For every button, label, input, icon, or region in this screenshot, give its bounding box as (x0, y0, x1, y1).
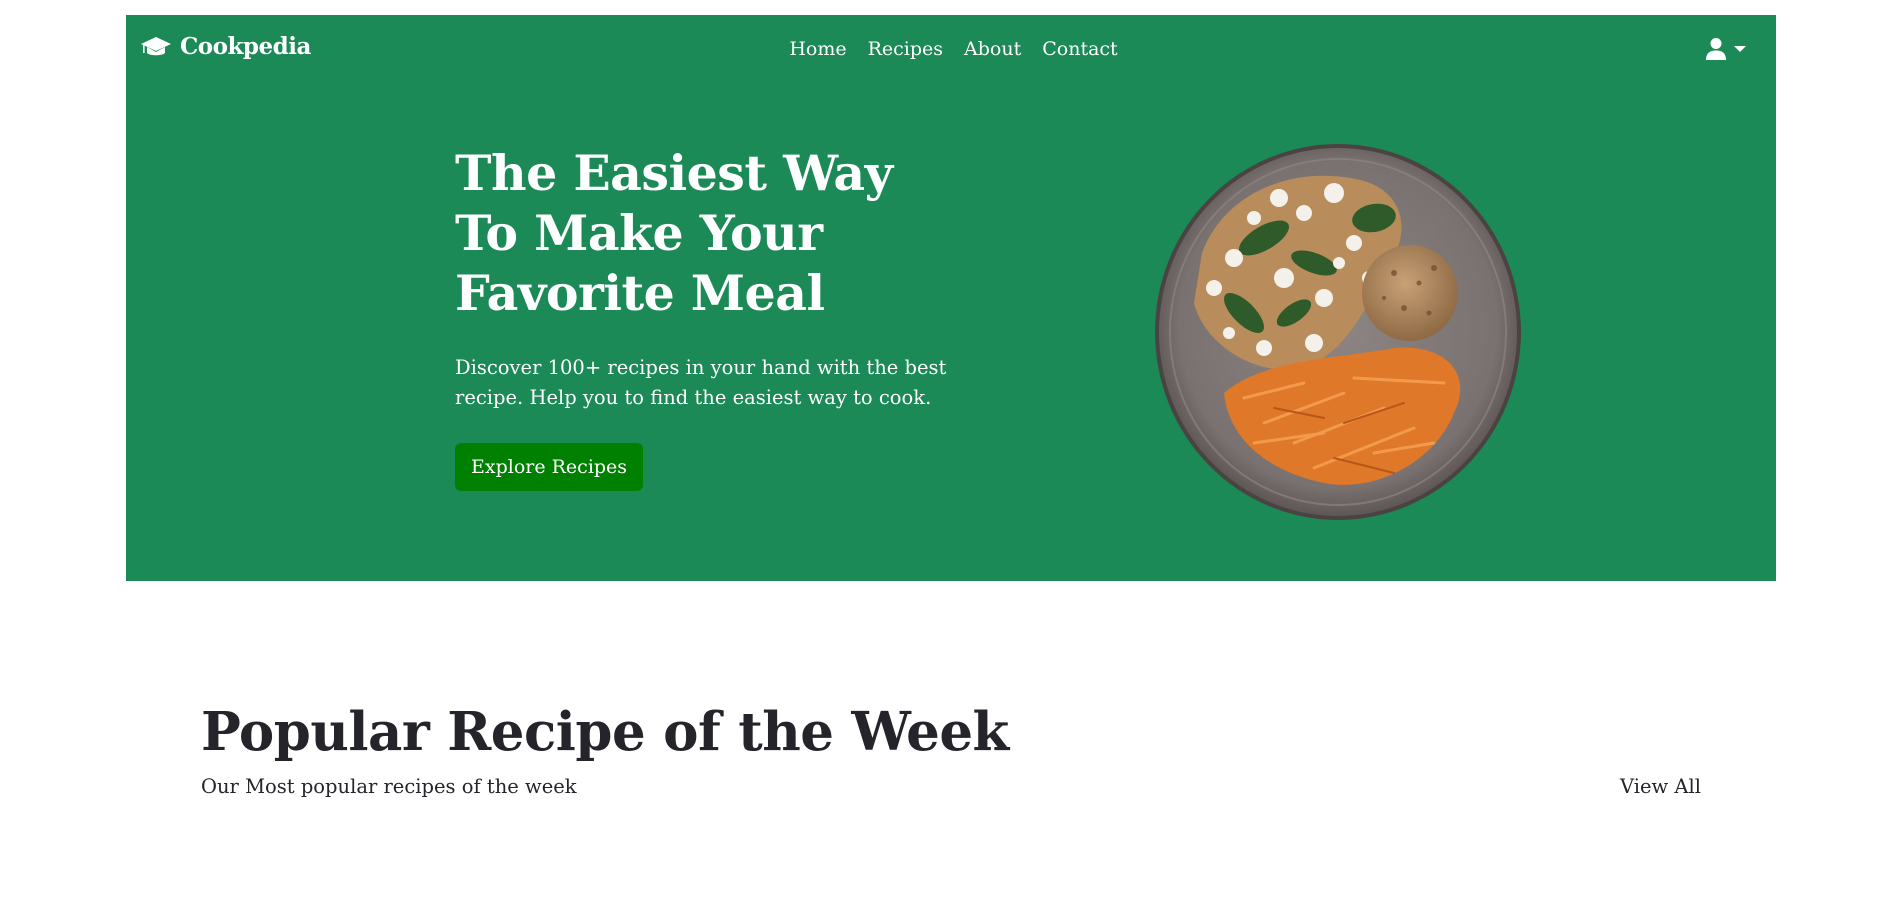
hero-section: Cookpedia Home Recipes About Contact The… (126, 15, 1776, 581)
caret-down-icon (1734, 46, 1746, 52)
main-nav: Home Recipes About Contact (126, 37, 1776, 61)
user-menu-dropdown[interactable] (1706, 37, 1746, 61)
user-icon (1706, 38, 1726, 60)
hero-title: The Easiest Way To Make Your Favorite Me… (455, 143, 915, 323)
hero-subtitle-line-2: recipe. Help you to find the easiest way… (455, 386, 932, 409)
nav-recipes-link[interactable]: Recipes (868, 37, 943, 61)
explore-recipes-button[interactable]: Explore Recipes (455, 443, 644, 491)
hero-title-line-2: To Make Your (455, 204, 823, 262)
popular-section-title: Popular Recipe of the Week (201, 701, 1009, 763)
hero-subtitle: Discover 100+ recipes in your hand with … (455, 353, 975, 413)
plate-illustration (1155, 144, 1521, 520)
nav-contact-link[interactable]: Contact (1042, 37, 1117, 61)
hero-title-line-1: The Easiest Way (455, 144, 893, 202)
nav-about-link[interactable]: About (964, 37, 1021, 61)
view-all-link[interactable]: View All (1620, 773, 1701, 801)
hero-title-line-3: Favorite Meal (455, 264, 825, 322)
hero-food-image (1154, 143, 1522, 521)
navbar: Cookpedia Home Recipes About Contact (126, 15, 1776, 83)
nav-home-link[interactable]: Home (789, 37, 846, 61)
popular-section-subtitle: Our Most popular recipes of the week (201, 775, 577, 798)
hero-subtitle-line-1: Discover 100+ recipes in your hand with … (455, 356, 947, 379)
